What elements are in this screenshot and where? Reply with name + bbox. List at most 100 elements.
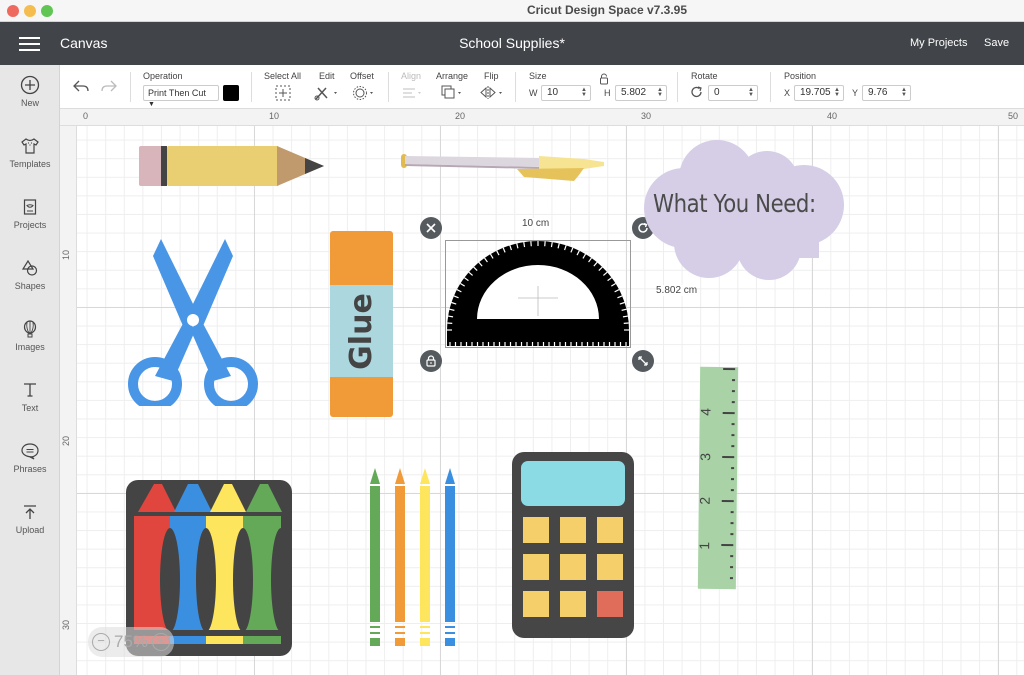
design-canvas[interactable]: Glue 10 cm 5.802 cm What You Need: 1 2 3… [77, 126, 1024, 675]
undo-icon[interactable] [72, 79, 90, 93]
sidebar-item-projects[interactable]: Projects [0, 197, 60, 230]
pencil-end [395, 638, 405, 646]
stepper-icon[interactable]: ▲ ▼ [901, 87, 907, 98]
pencil-tip [445, 468, 455, 484]
rotate-input[interactable]: 0 ▲ ▼ [708, 85, 758, 101]
pencil-end [445, 638, 455, 646]
stepper-icon[interactable]: ▲ ▼ [581, 87, 587, 98]
shirt-icon [21, 138, 39, 154]
colored-pencils-image[interactable] [365, 464, 460, 652]
horizontal-ruler: 0 10 20 30 40 50 [60, 109, 1024, 126]
ruler-tick [730, 489, 734, 492]
ruler-tick-label: 30 [61, 619, 72, 631]
stepper-icon[interactable]: ▲ ▼ [748, 87, 754, 98]
flip-icon[interactable] [480, 84, 506, 101]
rotate-value: 0 [714, 87, 720, 98]
ruler-tick [729, 577, 733, 580]
pencil-body [370, 486, 380, 622]
redo-icon[interactable] [100, 79, 118, 93]
resize-handle[interactable] [632, 350, 654, 372]
calc-key [523, 591, 549, 617]
selection-width-label: 10 cm [522, 218, 550, 229]
flip-label: Flip [484, 71, 499, 81]
height-label: H [604, 88, 611, 98]
align-icon[interactable] [401, 86, 425, 100]
sidebar-item-templates[interactable]: Templates [0, 136, 60, 169]
pencil-image[interactable] [139, 144, 327, 189]
pen-image[interactable] [399, 148, 609, 188]
toolbar-divider [770, 72, 771, 102]
operation-dropdown[interactable]: Print Then Cut ▼ [143, 85, 219, 108]
pencil-band [370, 632, 380, 634]
select-all-icon[interactable] [275, 85, 291, 101]
edit-tools-icon[interactable] [314, 85, 340, 101]
my-projects-link[interactable]: My Projects [910, 37, 967, 49]
ruler-number: 1 [696, 541, 713, 550]
lock-handle[interactable] [420, 350, 442, 372]
zoom-in-button[interactable]: + [152, 633, 171, 651]
calculator-image[interactable] [512, 452, 634, 638]
sidebar-item-text[interactable]: Text [0, 380, 60, 413]
app-header: Canvas School Supplies* My Projects Save [0, 22, 1024, 65]
stepper-icon[interactable]: ▲ ▼ [657, 87, 663, 98]
upload-icon [24, 505, 36, 519]
calc-key [597, 517, 623, 543]
offset-icon[interactable] [352, 85, 378, 101]
pencil-band [420, 626, 430, 628]
ruler-tick [731, 423, 735, 426]
lock-aspect-icon[interactable] [598, 73, 610, 85]
vertical-ruler: 10 20 30 [60, 126, 77, 675]
delete-handle[interactable] [420, 217, 442, 239]
sidebar-item-shapes[interactable]: Shapes [0, 258, 60, 291]
ruler-tick [732, 379, 736, 382]
width-input[interactable]: 10 ▲ ▼ [541, 85, 591, 101]
glue-label: Glue [330, 285, 393, 377]
position-y-input[interactable]: 9.76 ▲ ▼ [862, 85, 911, 101]
operation-color-swatch[interactable] [223, 85, 239, 101]
sidebar-item-images[interactable]: Images [0, 319, 60, 352]
position-x-input[interactable]: 19.705 ▲ ▼ [794, 85, 844, 101]
sidebar-item-new[interactable]: New [0, 75, 60, 108]
speech-bubble-icon [21, 443, 39, 460]
ruler-tick-label: 20 [61, 435, 72, 447]
ruler-number: 3 [697, 452, 714, 461]
offset-label: Offset [350, 71, 374, 81]
sidebar-item-upload[interactable]: Upload [0, 502, 60, 535]
position-label: Position [784, 71, 817, 81]
glue-stick-image[interactable]: Glue [330, 231, 393, 417]
shapes-icon [21, 259, 38, 276]
pencil-tip [370, 468, 380, 484]
pencil-body [445, 486, 455, 622]
left-sidebar: New Templates Projects Shapes Images Tex… [0, 65, 60, 675]
project-title: School Supplies* [459, 35, 565, 51]
zoom-level: 75% [114, 632, 149, 651]
pencil-band [395, 626, 405, 628]
scissors-image[interactable] [125, 236, 260, 406]
x-value: 19.705 [800, 87, 831, 98]
zoom-out-button[interactable]: − [92, 633, 110, 651]
save-button[interactable]: Save [984, 37, 1009, 49]
pencil-band [445, 626, 455, 628]
chevron-down-icon: ▼ [148, 101, 155, 108]
x-label: X [784, 88, 791, 98]
protractor-tick [550, 242, 553, 248]
stepper-icon[interactable]: ▲ ▼ [834, 87, 840, 98]
window-titlebar: Cricut Design Space v7.3.95 [0, 0, 1024, 22]
ruler-tick-label: 20 [455, 111, 466, 121]
ruler-image[interactable]: 1 2 3 4 [696, 366, 739, 590]
calc-key [560, 517, 586, 543]
arrange-icon[interactable] [440, 84, 466, 101]
ruler-tick [730, 566, 734, 569]
sidebar-label: Projects [13, 220, 47, 230]
ruler-tick [731, 390, 735, 393]
height-value: 5.802 [621, 87, 647, 98]
cloud-text: What You Need: [653, 189, 816, 218]
protractor-image[interactable] [445, 240, 631, 348]
sidebar-item-phrases[interactable]: Phrases [0, 441, 60, 474]
calc-key [560, 591, 586, 617]
projects-icon [23, 199, 37, 215]
edit-label: Edit [319, 71, 335, 81]
height-input[interactable]: 5.802 ▲ ▼ [615, 85, 667, 101]
glue-base [330, 377, 393, 417]
cloud-text-image[interactable]: What You Need: [639, 133, 849, 283]
